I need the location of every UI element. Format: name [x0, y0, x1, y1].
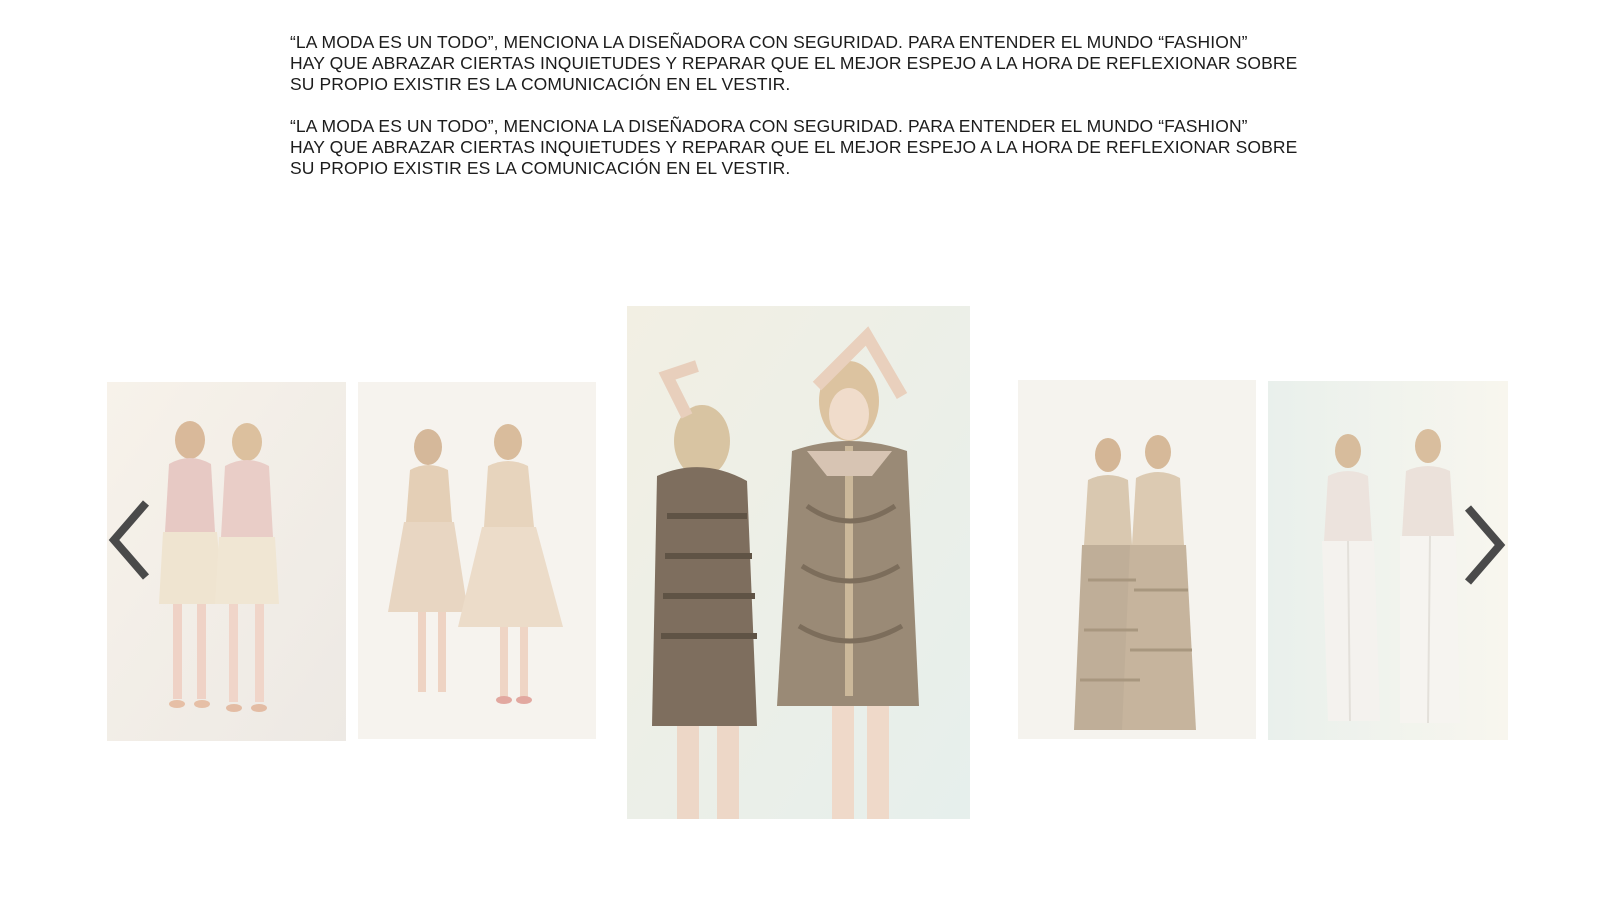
- article-text: “LA MODA ES UN TODO”, MENCIONA LA DISEÑA…: [290, 32, 1310, 200]
- page: “LA MODA ES UN TODO”, MENCIONA LA DISEÑA…: [0, 0, 1600, 900]
- chevron-left-icon: [108, 500, 150, 580]
- chevron-right-icon: [1464, 505, 1506, 585]
- article-paragraph-1: “LA MODA ES UN TODO”, MENCIONA LA DISEÑA…: [290, 32, 1298, 94]
- gallery-prev-button[interactable]: [106, 495, 154, 585]
- article-paragraph-2: “LA MODA ES UN TODO”, MENCIONA LA DISEÑA…: [290, 116, 1298, 178]
- gallery-image-2[interactable]: [358, 382, 596, 739]
- gallery-next-button[interactable]: [1460, 500, 1508, 590]
- gallery-image-3-featured[interactable]: [627, 306, 970, 819]
- gallery-image-4[interactable]: [1018, 380, 1256, 739]
